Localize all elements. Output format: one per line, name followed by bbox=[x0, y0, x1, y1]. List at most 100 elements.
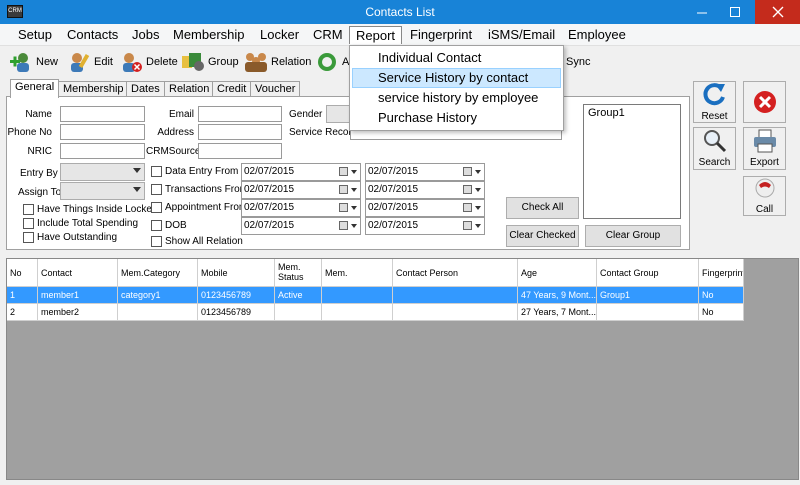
menu-jobs[interactable]: Jobs bbox=[126, 26, 165, 44]
table-cell[interactable]: 1 bbox=[7, 287, 38, 304]
column-header[interactable]: Mem. Status bbox=[275, 259, 322, 287]
new-button[interactable]: New bbox=[8, 50, 58, 74]
check-all-button[interactable]: Check All bbox=[506, 197, 579, 219]
search-button[interactable]: Search bbox=[693, 127, 736, 170]
maximize-button[interactable] bbox=[720, 0, 750, 24]
email-input[interactable] bbox=[198, 106, 282, 122]
menu-fingerprint[interactable]: Fingerprint bbox=[404, 26, 478, 44]
delete-button[interactable]: Delete bbox=[118, 50, 178, 74]
table-cell[interactable] bbox=[322, 304, 393, 321]
have-things-locker-checkbox[interactable] bbox=[23, 204, 34, 215]
column-header[interactable]: Contact bbox=[38, 259, 118, 287]
phone-input[interactable] bbox=[60, 124, 145, 140]
table-cell[interactable] bbox=[118, 304, 198, 321]
transactions-from-checkbox[interactable] bbox=[151, 184, 162, 195]
menu-crm[interactable]: CRM bbox=[307, 26, 349, 44]
table-cell[interactable]: 27 Years, 7 Mont... bbox=[518, 304, 597, 321]
group-list[interactable]: Group1 bbox=[583, 104, 681, 219]
dob-to-date[interactable]: 02/07/2015 bbox=[365, 217, 485, 235]
table-cell[interactable] bbox=[597, 304, 699, 321]
relation-button[interactable]: Relation bbox=[243, 50, 311, 74]
table-cell[interactable] bbox=[393, 304, 518, 321]
clear-group-button[interactable]: Clear Group bbox=[585, 225, 681, 247]
sync-button[interactable]: Sync bbox=[566, 50, 590, 74]
tab-general[interactable]: General bbox=[10, 79, 60, 98]
export-button[interactable]: Export bbox=[743, 127, 786, 170]
table-cell[interactable]: 2 bbox=[7, 304, 38, 321]
column-header[interactable]: Mem. bbox=[322, 259, 393, 287]
close-form-button[interactable] bbox=[743, 81, 786, 123]
transactions-from-date[interactable]: 02/07/2015 bbox=[241, 181, 361, 199]
tab-dates[interactable]: Dates bbox=[126, 81, 165, 97]
menu-setup[interactable]: Setup bbox=[12, 26, 58, 44]
menu-report[interactable]: Report bbox=[349, 26, 403, 44]
call-button[interactable]: Call bbox=[743, 176, 786, 216]
menu-membership[interactable]: Membership bbox=[167, 26, 251, 44]
edit-button[interactable]: Edit bbox=[66, 50, 113, 74]
column-header[interactable]: Fingerprint bbox=[699, 259, 744, 287]
menu-item-service-history-by-employee[interactable]: service history by employee bbox=[352, 88, 561, 108]
address-input[interactable] bbox=[198, 124, 282, 140]
table-cell[interactable]: Group1 bbox=[597, 287, 699, 304]
table-cell[interactable] bbox=[322, 287, 393, 304]
menu-contacts[interactable]: Contacts bbox=[61, 26, 124, 44]
column-header[interactable]: Contact Group bbox=[597, 259, 699, 287]
entry-by-select[interactable] bbox=[60, 163, 145, 181]
menu-locker[interactable]: Locker bbox=[254, 26, 305, 44]
clear-checked-button[interactable]: Clear Checked bbox=[506, 225, 579, 247]
show-all-relation-checkbox[interactable] bbox=[151, 236, 162, 247]
relation-label: Relation bbox=[271, 56, 312, 68]
assign-to-select[interactable] bbox=[60, 182, 145, 200]
table-cell[interactable]: No bbox=[699, 287, 744, 304]
data-entry-from-checkbox[interactable] bbox=[151, 166, 162, 177]
group-button[interactable]: Group bbox=[180, 50, 239, 74]
crm-source-input[interactable] bbox=[198, 143, 282, 159]
column-header[interactable]: Mem.Category bbox=[118, 259, 198, 287]
data-entry-from-date[interactable]: 02/07/2015 bbox=[241, 163, 361, 181]
table-cell[interactable]: category1 bbox=[118, 287, 198, 304]
tab-credit[interactable]: Credit bbox=[212, 81, 252, 97]
table-cell[interactable]: 0123456789 bbox=[198, 287, 275, 304]
appointment-to-date[interactable]: 02/07/2015 bbox=[365, 199, 485, 217]
tab-voucher[interactable]: Voucher bbox=[250, 81, 301, 97]
table-cell[interactable]: No bbox=[699, 304, 744, 321]
reset-button[interactable]: Reset bbox=[693, 81, 736, 123]
appointment-from-date[interactable]: 02/07/2015 bbox=[241, 199, 361, 217]
table-cell[interactable] bbox=[275, 304, 322, 321]
minimize-button[interactable] bbox=[687, 0, 717, 24]
transactions-to-date[interactable]: 02/07/2015 bbox=[365, 181, 485, 199]
group-list-item[interactable]: Group1 bbox=[588, 107, 676, 119]
table-cell[interactable]: 47 Years, 9 Mont... bbox=[518, 287, 597, 304]
table-cell[interactable]: member2 bbox=[38, 304, 118, 321]
menu-item-purchase-history[interactable]: Purchase History bbox=[352, 108, 561, 128]
table-cell[interactable]: member1 bbox=[38, 287, 118, 304]
hidden-toolbar-button[interactable]: A bbox=[314, 50, 349, 74]
gender-select[interactable] bbox=[326, 105, 350, 123]
nric-input[interactable] bbox=[60, 143, 145, 159]
table-cell[interactable]: 0123456789 bbox=[198, 304, 275, 321]
menu-item-service-history-by-contact[interactable]: Service History by contact bbox=[352, 68, 561, 88]
data-entry-to-date[interactable]: 02/07/2015 bbox=[365, 163, 485, 181]
name-label: Name bbox=[25, 109, 52, 120]
column-header[interactable]: Mobile bbox=[198, 259, 275, 287]
appointment-from-checkbox[interactable] bbox=[151, 202, 162, 213]
column-header[interactable]: Contact Person bbox=[393, 259, 518, 287]
dob-checkbox[interactable] bbox=[151, 220, 162, 231]
have-outstanding-label: Have Outstanding bbox=[37, 232, 118, 243]
have-outstanding-checkbox[interactable] bbox=[23, 232, 34, 243]
menu-employee[interactable]: Employee bbox=[562, 26, 632, 44]
dob-from-date[interactable]: 02/07/2015 bbox=[241, 217, 361, 235]
menu-isms-email[interactable]: iSMS/Email bbox=[482, 26, 561, 44]
tab-membership[interactable]: Membership bbox=[58, 81, 129, 97]
chevron-down-icon bbox=[351, 170, 357, 174]
include-total-spending-checkbox[interactable] bbox=[23, 218, 34, 229]
table-cell[interactable]: Active bbox=[275, 287, 322, 304]
chevron-down-icon bbox=[475, 206, 481, 210]
tab-relation[interactable]: Relation bbox=[164, 81, 215, 97]
name-input[interactable] bbox=[60, 106, 145, 122]
menu-item-individual-contact[interactable]: Individual Contact bbox=[352, 48, 561, 68]
column-header[interactable]: No bbox=[7, 259, 38, 287]
column-header[interactable]: Age bbox=[518, 259, 597, 287]
close-window-button[interactable] bbox=[755, 0, 800, 24]
table-cell[interactable] bbox=[393, 287, 518, 304]
